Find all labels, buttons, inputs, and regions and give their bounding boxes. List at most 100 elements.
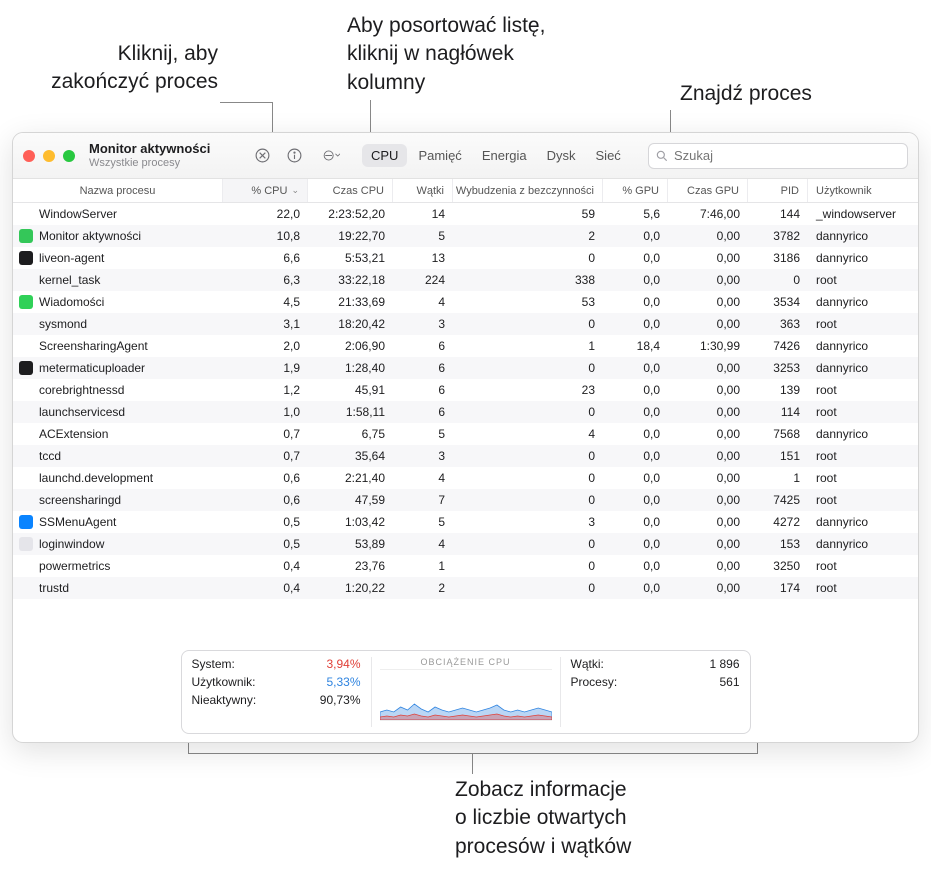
search-icon <box>655 149 669 163</box>
cell-gpu-time: 0,00 <box>668 361 748 375</box>
cell-threads: 6 <box>393 405 453 419</box>
cell-user: root <box>808 493 903 507</box>
col-pid[interactable]: PID <box>748 179 808 202</box>
table-row[interactable]: tccd 0,7 35,64 3 0 0,0 0,00 151 root <box>13 445 918 467</box>
cell-user: root <box>808 405 903 419</box>
cell-gpu-time: 0,00 <box>668 229 748 243</box>
col-name[interactable]: Nazwa procesu <box>13 179 223 202</box>
cell-name: powermetrics <box>13 559 223 573</box>
table-row[interactable]: SSMenuAgent 0,5 1:03,42 5 3 0,0 0,00 427… <box>13 511 918 533</box>
table-row[interactable]: kernel_task 6,3 33:22,18 224 338 0,0 0,0… <box>13 269 918 291</box>
cell-gpu: 0,0 <box>603 493 668 507</box>
table-row[interactable]: launchd.development 0,6 2:21,40 4 0 0,0 … <box>13 467 918 489</box>
cell-cpu-time: 21:33,69 <box>308 295 393 309</box>
tab-cpu[interactable]: CPU <box>362 144 407 167</box>
cell-wakeups: 4 <box>453 427 603 441</box>
cell-cpu: 10,8 <box>223 229 308 243</box>
graph-title: OBCIĄŻENIE CPU <box>420 657 510 667</box>
search-field[interactable] <box>648 143 908 169</box>
minimize-window-button[interactable] <box>43 150 55 162</box>
table-row[interactable]: WindowServer 22,0 2:23:52,20 14 59 5,6 7… <box>13 203 918 225</box>
tab-network[interactable]: Sieć <box>587 144 630 167</box>
inspect-process-button[interactable] <box>282 144 306 168</box>
cell-user: dannyrico <box>808 537 903 551</box>
cell-gpu: 18,4 <box>603 339 668 353</box>
cell-wakeups: 0 <box>453 471 603 485</box>
cell-cpu-time: 5:53,21 <box>308 251 393 265</box>
cell-pid: 114 <box>748 405 808 419</box>
cell-wakeups: 3 <box>453 515 603 529</box>
col-wakeups[interactable]: Wybudzenia z bezczynności <box>453 179 603 202</box>
cell-pid: 151 <box>748 449 808 463</box>
cell-pid: 3534 <box>748 295 808 309</box>
tab-memory[interactable]: Pamięć <box>409 144 470 167</box>
cell-cpu-time: 45,91 <box>308 383 393 397</box>
table-row[interactable]: corebrightnessd 1,2 45,91 6 23 0,0 0,00 … <box>13 379 918 401</box>
cell-user: dannyrico <box>808 515 903 529</box>
table-row[interactable]: Monitor aktywności 10,8 19:22,70 5 2 0,0… <box>13 225 918 247</box>
cell-cpu: 0,5 <box>223 515 308 529</box>
table-row[interactable]: Wiadomości 4,5 21:33,69 4 53 0,0 0,00 35… <box>13 291 918 313</box>
table-row[interactable]: launchservicesd 1,0 1:58,11 6 0 0,0 0,00… <box>13 401 918 423</box>
cell-cpu-time: 47,59 <box>308 493 393 507</box>
table-row[interactable]: liveon-agent 6,6 5:53,21 13 0 0,0 0,00 3… <box>13 247 918 269</box>
table-row[interactable]: loginwindow 0,5 53,89 4 0 0,0 0,00 153 d… <box>13 533 918 555</box>
zoom-window-button[interactable] <box>63 150 75 162</box>
cell-user: root <box>808 581 903 595</box>
table-row[interactable]: screensharingd 0,6 47,59 7 0 0,0 0,00 74… <box>13 489 918 511</box>
options-menu-button[interactable] <box>314 144 348 168</box>
processes-label: Procesy: <box>571 675 618 689</box>
cell-user: dannyrico <box>808 427 903 441</box>
cell-cpu: 4,5 <box>223 295 308 309</box>
cell-gpu-time: 0,00 <box>668 273 748 287</box>
process-name: launchd.development <box>39 471 153 485</box>
process-table: WindowServer 22,0 2:23:52,20 14 59 5,6 7… <box>13 203 918 640</box>
cell-gpu: 0,0 <box>603 383 668 397</box>
cell-cpu-time: 18:20,42 <box>308 317 393 331</box>
table-row[interactable]: metermaticuploader 1,9 1:28,40 6 0 0,0 0… <box>13 357 918 379</box>
cell-cpu: 0,4 <box>223 581 308 595</box>
col-gpu-time[interactable]: Czas GPU <box>668 179 748 202</box>
cell-wakeups: 0 <box>453 537 603 551</box>
cell-gpu-time: 0,00 <box>668 383 748 397</box>
column-headers: Nazwa procesu % CPU⌄ Czas CPU Wątki Wybu… <box>13 179 918 203</box>
cell-user: root <box>808 471 903 485</box>
cell-pid: 4272 <box>748 515 808 529</box>
cell-pid: 7426 <box>748 339 808 353</box>
process-name: sysmond <box>39 317 87 331</box>
search-input[interactable] <box>674 148 901 163</box>
cell-gpu-time: 7:46,00 <box>668 207 748 221</box>
cell-name: tccd <box>13 449 223 463</box>
cell-name: loginwindow <box>13 537 223 551</box>
cell-name: liveon-agent <box>13 251 223 265</box>
cell-cpu-time: 6,75 <box>308 427 393 441</box>
cell-pid: 7568 <box>748 427 808 441</box>
table-row[interactable]: powermetrics 0,4 23,76 1 0 0,0 0,00 3250… <box>13 555 918 577</box>
table-row[interactable]: sysmond 3,1 18:20,42 3 0 0,0 0,00 363 ro… <box>13 313 918 335</box>
cell-user: dannyrico <box>808 295 903 309</box>
table-row[interactable]: ACExtension 0,7 6,75 5 4 0,0 0,00 7568 d… <box>13 423 918 445</box>
cell-wakeups: 0 <box>453 559 603 573</box>
summary-left: System:3,94% Użytkownik:5,33% Nieaktywny… <box>192 657 361 727</box>
stop-process-button[interactable] <box>250 144 274 168</box>
cell-pid: 153 <box>748 537 808 551</box>
table-row[interactable]: ScreensharingAgent 2,0 2:06,90 6 1 18,4 … <box>13 335 918 357</box>
tab-energy[interactable]: Energia <box>473 144 536 167</box>
user-label: Użytkownik: <box>192 675 256 689</box>
close-window-button[interactable] <box>23 150 35 162</box>
activity-monitor-window: Monitor aktywności Wszystkie procesy CPU… <box>12 132 919 743</box>
col-cpu[interactable]: % CPU⌄ <box>223 179 308 202</box>
cell-wakeups: 0 <box>453 581 603 595</box>
process-name: ScreensharingAgent <box>39 339 148 353</box>
table-row[interactable]: trustd 0,4 1:20,22 2 0 0,0 0,00 174 root <box>13 577 918 599</box>
cell-user: root <box>808 273 903 287</box>
process-name: Wiadomości <box>39 295 104 309</box>
threads-value: 1 896 <box>709 657 739 671</box>
system-value: 3,94% <box>326 657 360 671</box>
col-cpu-time[interactable]: Czas CPU <box>308 179 393 202</box>
col-threads[interactable]: Wątki <box>393 179 453 202</box>
col-gpu[interactable]: % GPU <box>603 179 668 202</box>
title-block: Monitor aktywności Wszystkie procesy <box>89 142 234 168</box>
col-user[interactable]: Użytkownik <box>808 179 903 202</box>
tab-disk[interactable]: Dysk <box>538 144 585 167</box>
